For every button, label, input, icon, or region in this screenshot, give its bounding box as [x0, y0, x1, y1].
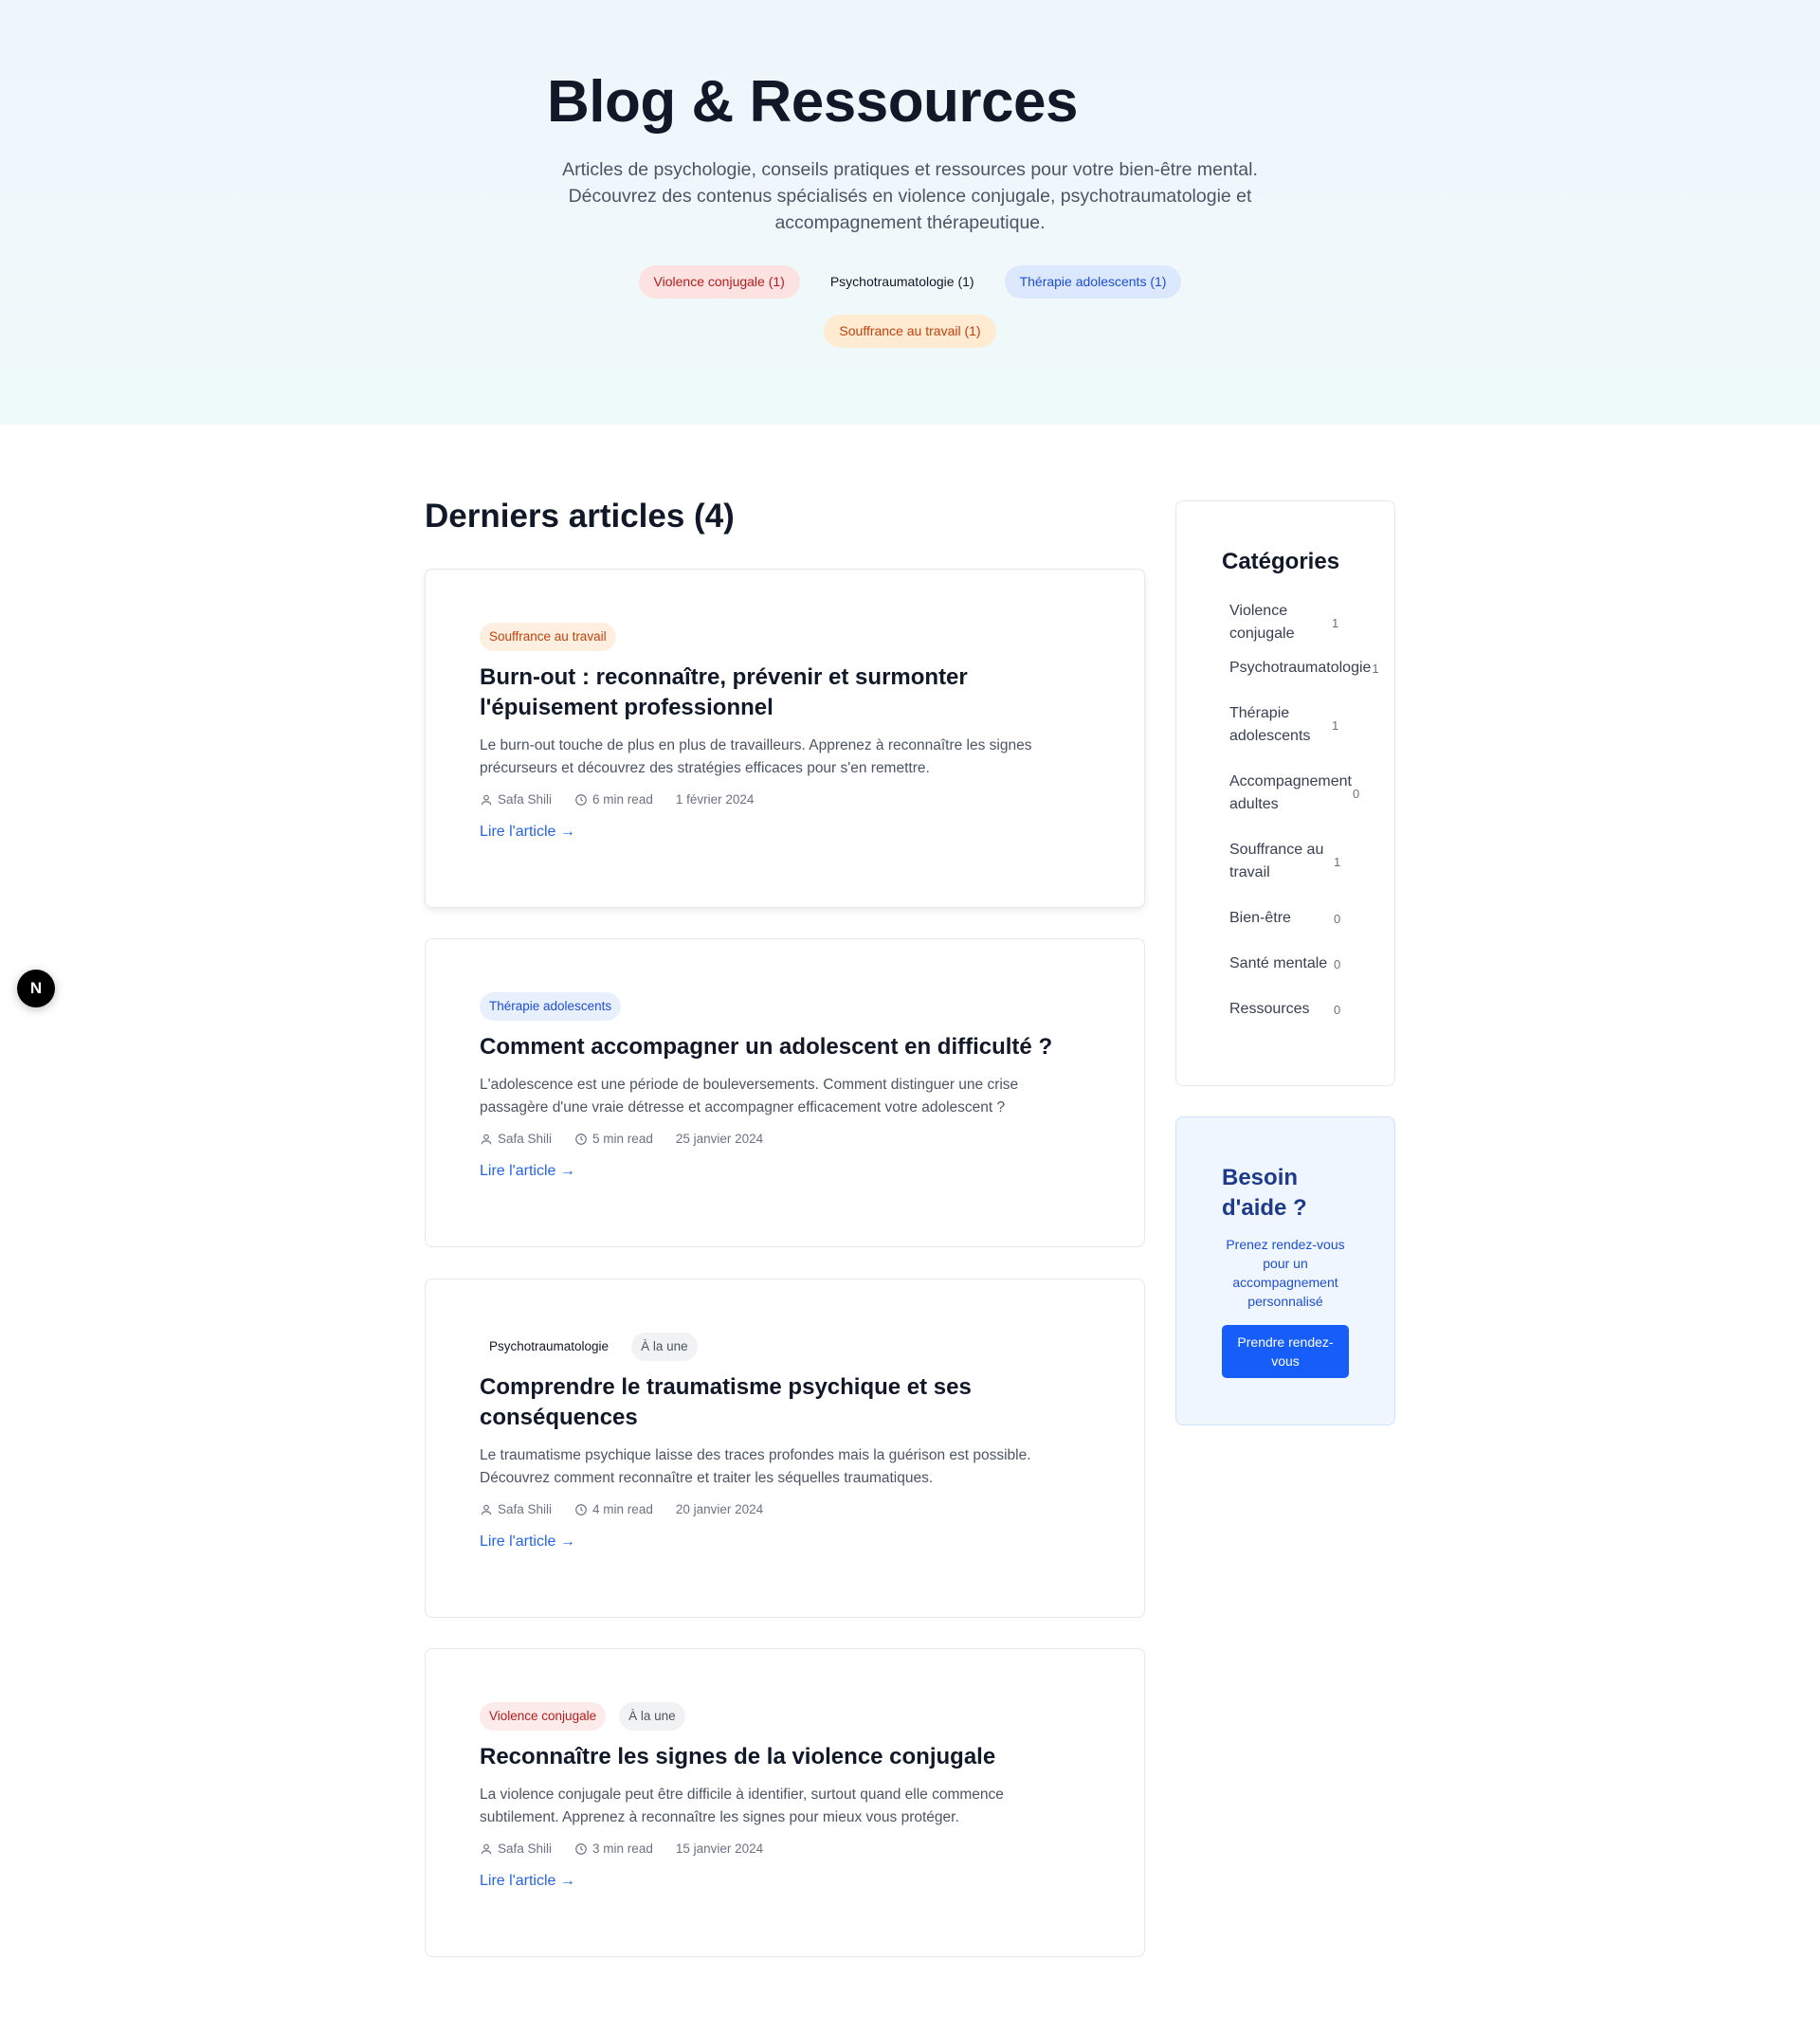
category-count: 1 — [1332, 615, 1339, 630]
article-author: Safa Shili — [498, 1842, 553, 1856]
hero-tag-therapie-adolescents[interactable]: Thérapie adolescents (1) — [1004, 265, 1182, 299]
category-count: 0 — [1334, 956, 1341, 971]
read-article-link[interactable]: Lire l'article → — [480, 824, 575, 841]
article-excerpt: Le traumatisme psychique laisse des trac… — [480, 1447, 1031, 1486]
read-article-link[interactable]: Lire l'article → — [480, 1873, 575, 1890]
category-item-sante-mentale[interactable]: Santé mentale 0 — [1229, 952, 1381, 975]
category-item-psychotraumatologie[interactable]: Psychotraumatologie 1 — [1229, 657, 1381, 680]
help-title: Besoin d'aide ? — [1222, 1165, 1307, 1221]
category-item-ressources[interactable]: Ressources 0 — [1229, 998, 1381, 1021]
article-meta: Safa Shili 3 min read 15 janvier 2024 — [480, 1842, 1090, 1856]
article-title[interactable]: Comment accompagner un adolescent en dif… — [480, 1032, 1090, 1062]
category-item-therapie-adolescents[interactable]: Thérapie adolescents 1 — [1229, 702, 1381, 748]
category-badge: Thérapie adolescents — [480, 992, 622, 1021]
category-count: 0 — [1334, 1002, 1341, 1017]
category-name: Ressources — [1229, 1001, 1310, 1017]
article-excerpt: L'adolescence est une période de bouleve… — [480, 1077, 1019, 1116]
category-badge: Souffrance au travail — [480, 623, 616, 651]
article-card: Psychotraumatologie À la une Comprendre … — [425, 1279, 1145, 1618]
category-item-accompagnement-adultes[interactable]: Accompagnement adultes 0 — [1229, 771, 1381, 816]
category-count: 0 — [1334, 911, 1341, 926]
article-meta: Safa Shili 4 min read 20 janvier 2024 — [480, 1502, 1090, 1516]
article-date: 20 janvier 2024 — [675, 1502, 764, 1516]
article-title[interactable]: Comprendre le traumatisme psychique et s… — [480, 1372, 1090, 1433]
category-name: Violence conjugale — [1229, 603, 1295, 642]
article-card: Souffrance au travail Burn-out : reconna… — [425, 569, 1145, 908]
category-name: Bien-être — [1229, 910, 1291, 926]
category-badge: Violence conjugale — [480, 1702, 607, 1731]
clock-icon — [575, 1133, 587, 1145]
article-title[interactable]: Reconnaître les signes de la violence co… — [480, 1742, 1090, 1772]
category-name: Santé mentale — [1229, 955, 1328, 971]
category-count: 1 — [1332, 717, 1339, 733]
article-read-time: 6 min read — [592, 792, 653, 807]
user-icon — [481, 1134, 492, 1144]
category-item-bien-etre[interactable]: Bien-être 0 — [1229, 907, 1381, 930]
article-excerpt: La violence conjugale peut être difficil… — [480, 1787, 1004, 1825]
hero-category-tags: Violence conjugale (1) Psychotraumatolog… — [531, 265, 1289, 348]
article-meta: Safa Shili 5 min read 25 janvier 2024 — [480, 1132, 1090, 1146]
help-panel: Besoin d'aide ? Prenez rendez-vous pour … — [1175, 1116, 1395, 1425]
article-read-time: 5 min read — [592, 1132, 653, 1146]
article-date: 15 janvier 2024 — [675, 1842, 764, 1856]
read-article-link[interactable]: Lire l'article → — [480, 1163, 575, 1180]
page-title: Blog & Ressources — [547, 69, 1079, 135]
article-author: Safa Shili — [498, 1502, 553, 1516]
clock-icon — [575, 1503, 587, 1515]
category-name: Accompagnement adultes — [1229, 773, 1352, 812]
featured-badge: À la une — [631, 1333, 698, 1361]
hero-section: Blog & Ressources Articles de psychologi… — [0, 0, 1820, 425]
category-name: Psychotraumatologie — [1229, 660, 1372, 676]
article-title[interactable]: Burn-out : reconnaître, prévenir et surm… — [480, 662, 1090, 723]
article-excerpt: Le burn-out touche de plus en plus de tr… — [480, 737, 1032, 776]
clock-icon — [575, 793, 587, 806]
article-badges: Thérapie adolescents — [480, 992, 1090, 1021]
article-read-time: 3 min read — [592, 1842, 653, 1856]
section-title: Derniers articles (4) — [425, 498, 735, 535]
nextjs-logo-icon: N — [29, 979, 43, 997]
category-list: Violence conjugale 1 Psychotraumatologie… — [1229, 600, 1381, 1021]
article-author: Safa Shili — [498, 792, 553, 807]
categories-title: Catégories — [1222, 549, 1340, 574]
article-date: 25 janvier 2024 — [675, 1132, 764, 1146]
hero-tag-souffrance-au-travail[interactable]: Souffrance au travail (1) — [824, 315, 996, 348]
category-item-souffrance-au-travail[interactable]: Souffrance au travail 1 — [1229, 839, 1381, 884]
article-date: 1 février 2024 — [675, 792, 755, 807]
nextjs-dev-button[interactable]: N — [17, 970, 55, 1007]
user-icon — [481, 1504, 492, 1515]
user-icon — [481, 794, 492, 805]
help-text: Prenez rendez-vous pour un accompagnemen… — [1226, 1237, 1345, 1309]
hero-description: Articles de psychologie, conseils pratiq… — [562, 159, 1258, 233]
read-article-link[interactable]: Lire l'article → — [480, 1533, 575, 1551]
article-badges: Psychotraumatologie À la une — [480, 1333, 1090, 1361]
clock-icon — [575, 1842, 587, 1855]
article-card: Thérapie adolescents Comment accompagner… — [425, 938, 1145, 1247]
article-card: Violence conjugale À la une Reconnaître … — [425, 1648, 1145, 1957]
book-appointment-button[interactable]: Prendre rendez-vous — [1222, 1325, 1349, 1378]
featured-badge: À la une — [619, 1702, 685, 1731]
category-name: Souffrance au travail — [1229, 842, 1324, 880]
article-read-time: 4 min read — [592, 1502, 653, 1516]
hero-tag-violence-conjugale[interactable]: Violence conjugale (1) — [638, 265, 800, 299]
article-badges: Violence conjugale À la une — [480, 1702, 1090, 1731]
category-name: Thérapie adolescents — [1229, 705, 1311, 744]
categories-panel: Catégories Violence conjugale 1 Psychotr… — [1175, 500, 1395, 1086]
category-badge: Psychotraumatologie — [489, 1339, 610, 1353]
category-count: 0 — [1353, 786, 1360, 801]
article-badges: Souffrance au travail — [480, 623, 1090, 651]
category-count: 1 — [1334, 854, 1341, 869]
article-meta: Safa Shili 6 min read 1 février 2024 — [480, 792, 1090, 807]
user-icon — [481, 1843, 492, 1854]
hero-tag-psychotraumatologie[interactable]: Psychotraumatologie (1) — [815, 265, 990, 299]
article-author: Safa Shili — [498, 1132, 553, 1146]
category-item-violence-conjugale[interactable]: Violence conjugale 1 — [1229, 600, 1381, 645]
category-count: 1 — [1372, 661, 1379, 676]
